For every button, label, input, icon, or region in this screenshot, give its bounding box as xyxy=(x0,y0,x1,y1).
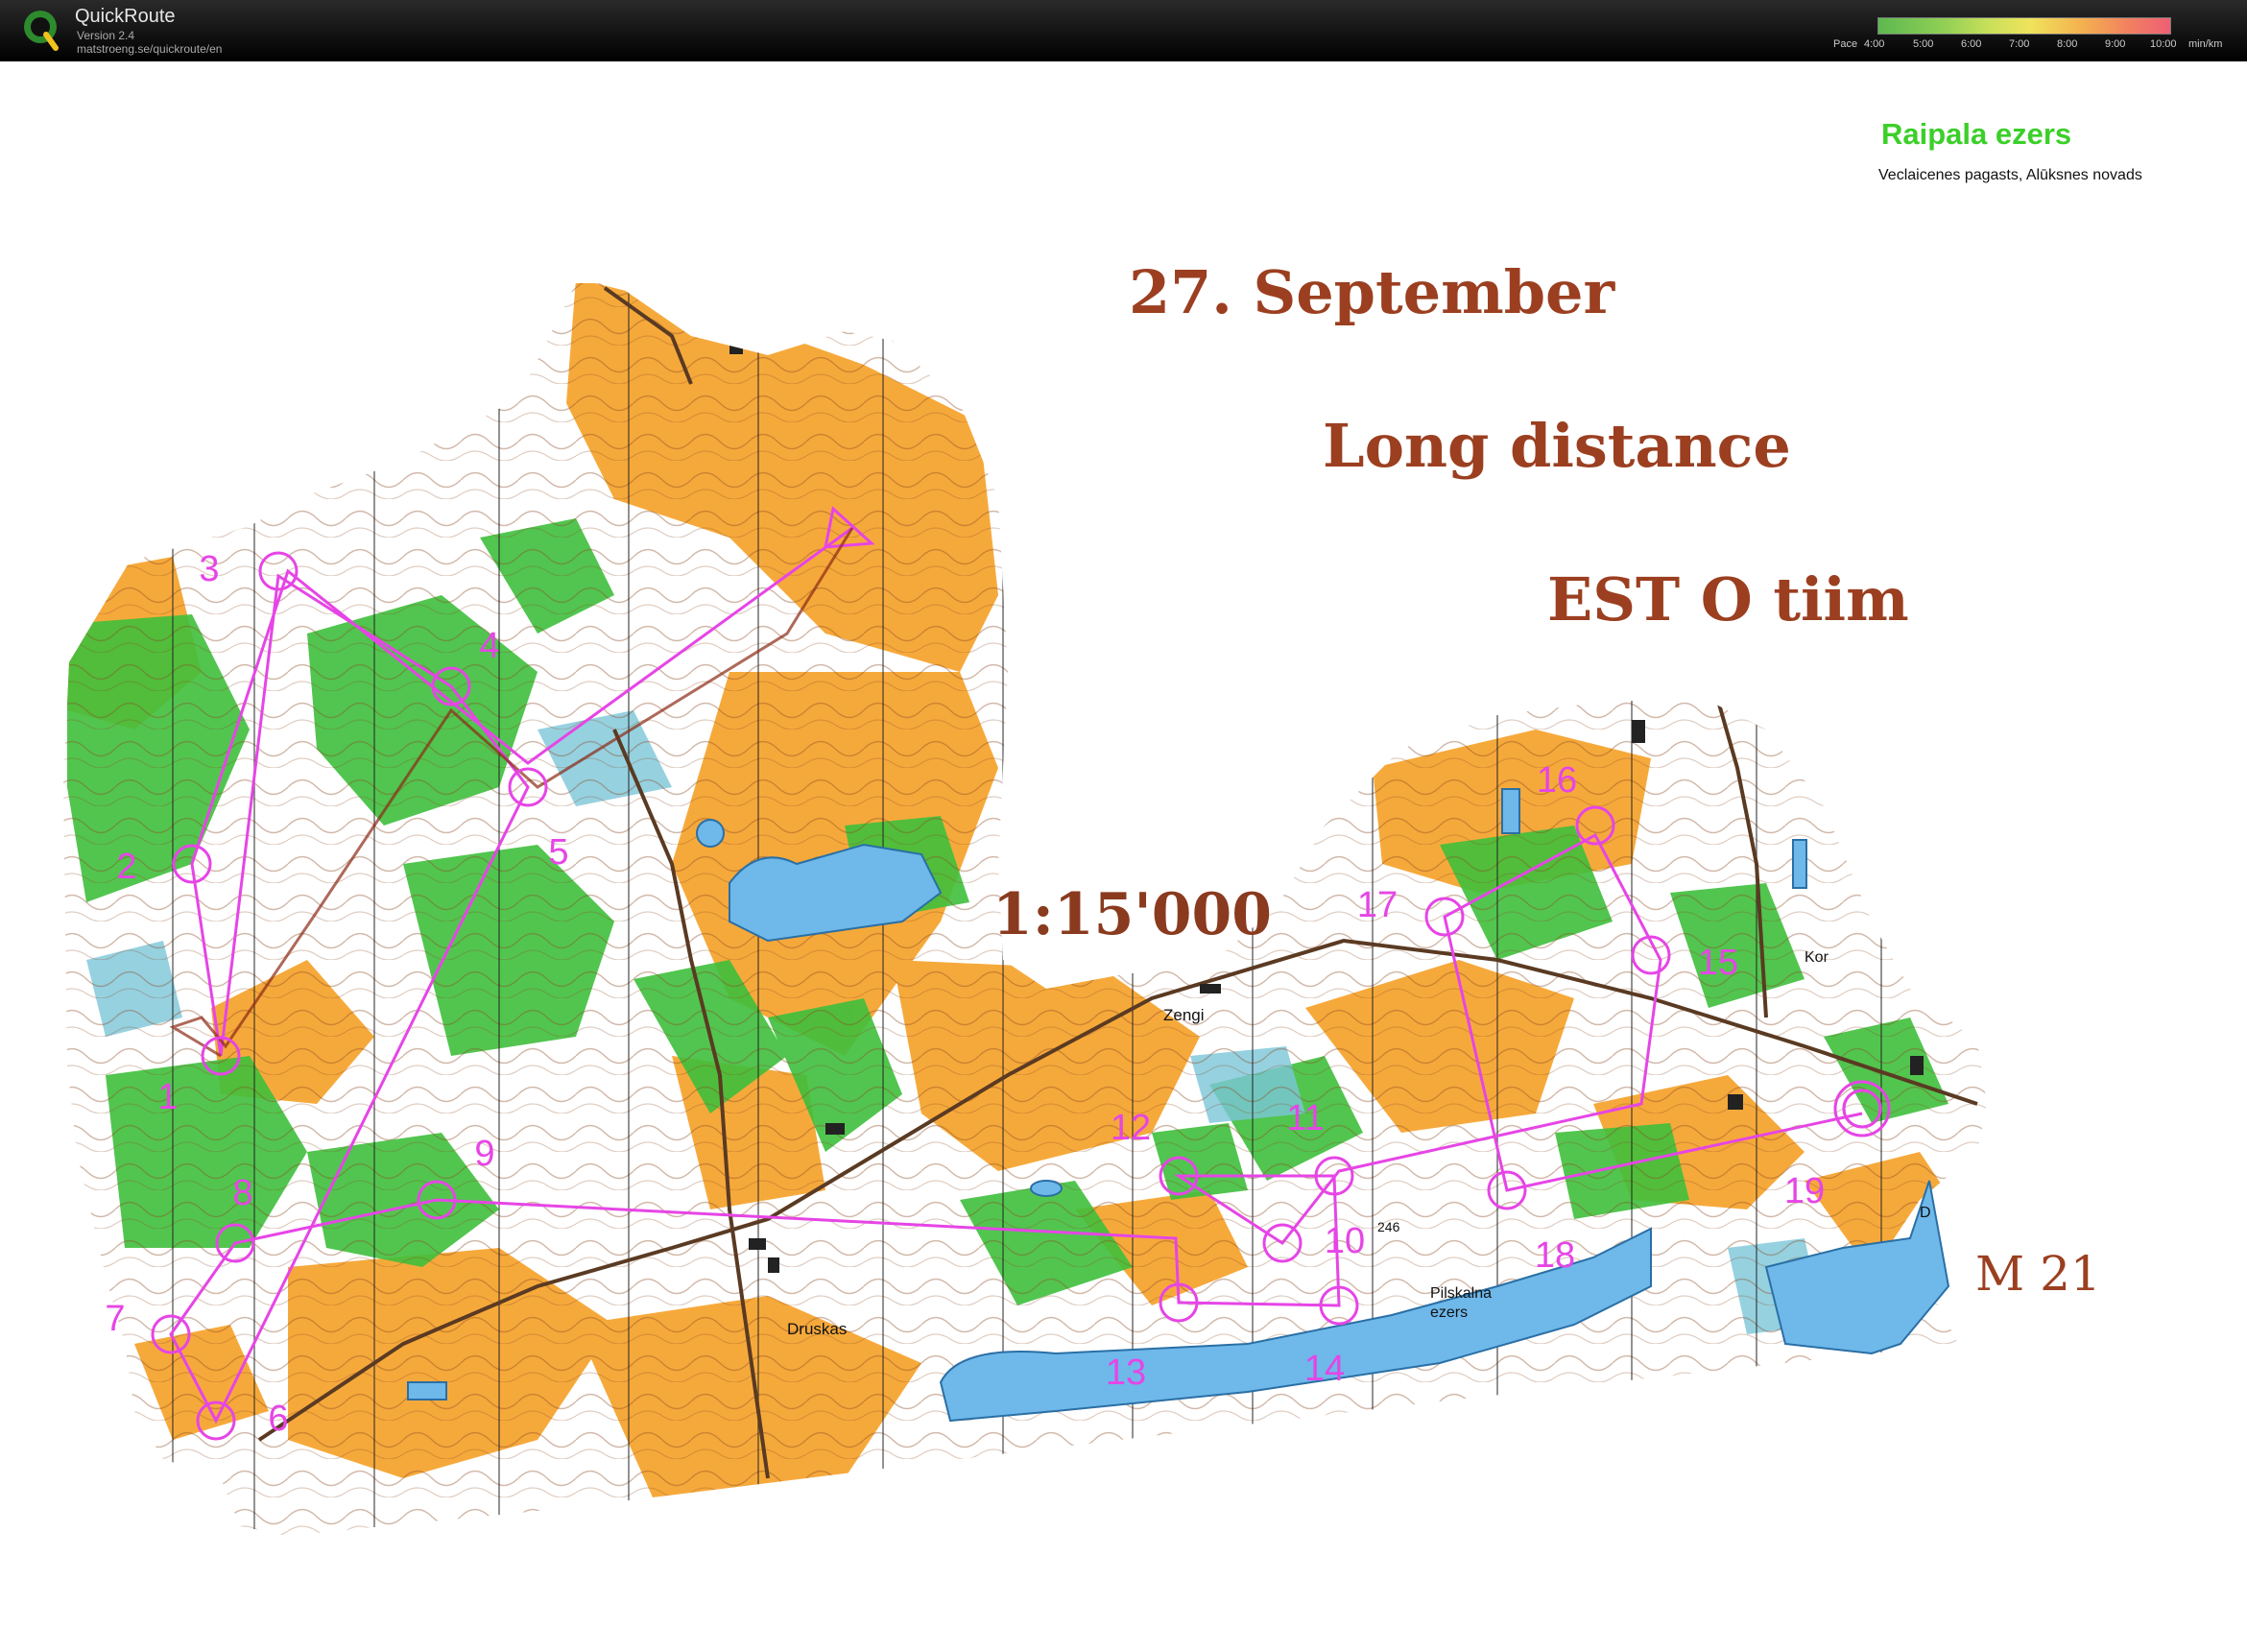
pond xyxy=(1030,1180,1063,1197)
control-number: 8 xyxy=(232,1173,252,1213)
control-number: 16 xyxy=(1537,760,1577,801)
control-number: 9 xyxy=(474,1134,494,1174)
orienteering-map[interactable]: 12345678910111213 141516171819 Druskas Ze… xyxy=(0,0,2247,1652)
control-number: 3 xyxy=(199,549,219,589)
pond xyxy=(407,1381,447,1401)
control-number: 12 xyxy=(1111,1108,1151,1148)
map-area-location: Veclaicenes pagasts, Alūksnes novads xyxy=(1878,167,2142,183)
control-number: 2 xyxy=(116,847,136,887)
map-label-lake-word: ezers xyxy=(1430,1305,1468,1321)
map-label-village: Druskas xyxy=(787,1320,847,1338)
control-number: 14 xyxy=(1304,1349,1345,1389)
control-number: 13 xyxy=(1106,1353,1146,1393)
control-number: 18 xyxy=(1535,1235,1575,1276)
control-number: 7 xyxy=(105,1299,125,1339)
control-number: 17 xyxy=(1357,885,1398,925)
pond xyxy=(1501,788,1520,834)
map-label-lake-name: Pilskalna xyxy=(1430,1285,1492,1302)
course-class: M 21 xyxy=(1975,1246,2101,1302)
control-number: 19 xyxy=(1784,1171,1825,1211)
pond xyxy=(696,819,725,848)
event-type: Long distance xyxy=(1323,411,1791,481)
pond xyxy=(1792,839,1807,889)
map-label-edge: Kor xyxy=(1805,949,1829,966)
control-number: 6 xyxy=(268,1399,288,1439)
event-date: 27. September xyxy=(1129,257,1615,327)
control-number: 11 xyxy=(1286,1098,1324,1138)
club-name: EST O tiim xyxy=(1547,564,1909,634)
map-spot-height: 246 xyxy=(1377,1219,1400,1234)
map-area-title: Raipala ezers xyxy=(1881,117,2072,151)
control-number: 10 xyxy=(1325,1221,1365,1261)
map-label-farm: Zengi xyxy=(1163,1006,1205,1024)
control-number: 4 xyxy=(479,626,499,666)
control-number: 1 xyxy=(157,1077,178,1117)
map-label-edge: D xyxy=(1920,1205,1931,1221)
control-number: 15 xyxy=(1698,943,1738,983)
control-number: 5 xyxy=(548,832,568,873)
map-scale: 1:15'000 xyxy=(992,881,1273,948)
